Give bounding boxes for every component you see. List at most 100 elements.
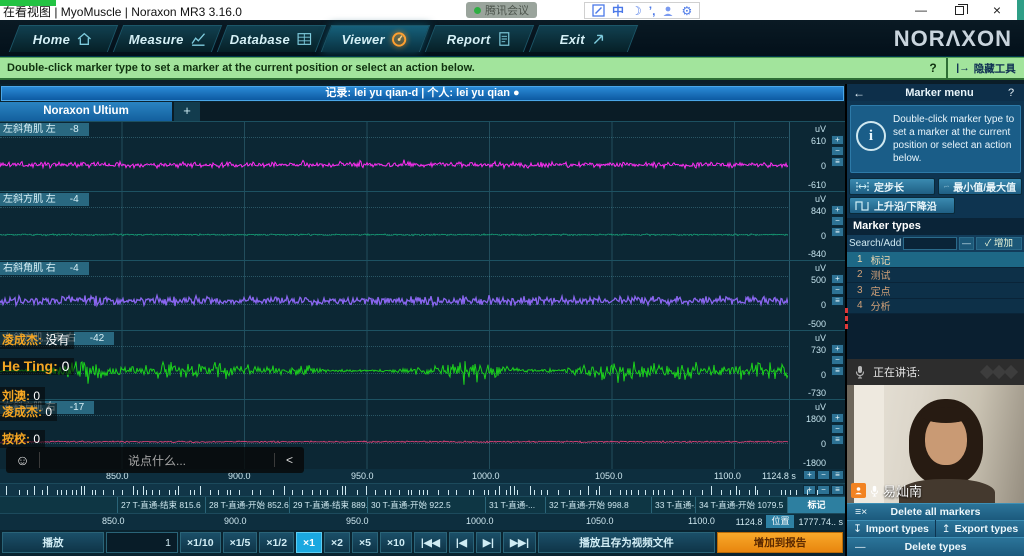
tab-home[interactable]: Home <box>9 25 118 52</box>
marker-cell-empty[interactable] <box>0 497 118 513</box>
tab-report[interactable]: Report <box>425 25 534 52</box>
zoom-out-button[interactable]: − <box>817 485 830 495</box>
ime-draw-icon[interactable] <box>592 4 605 17</box>
close-button[interactable]: × <box>978 0 1016 20</box>
restore-button[interactable] <box>940 0 978 20</box>
channel-menu-button[interactable]: ≡ <box>831 296 844 306</box>
amplitude-axis: uV1800 0-1800 <box>789 400 829 469</box>
hide-tools-button[interactable]: |→ 隐藏工具 <box>946 58 1024 78</box>
min-max-button[interactable]: 最小值/最大值 <box>938 178 1022 195</box>
tab-database[interactable]: Database <box>217 25 326 52</box>
play-button[interactable]: 播放 <box>2 532 104 553</box>
save-as-video-button[interactable]: 播放且存为视频文件 <box>538 532 715 553</box>
import-types-button[interactable]: ↧ Import types <box>847 520 935 537</box>
ime-language-icon[interactable]: 中 <box>612 2 624 19</box>
speed-button[interactable]: ×10 <box>380 532 412 553</box>
marker-cell[interactable]: 33 T-直通-... <box>652 497 696 513</box>
speed-button[interactable]: ×1/2 <box>259 532 294 553</box>
channel-strip[interactable]: 右斜角肌 右-4 uV500 0-500 +−≡ <box>0 261 845 331</box>
help-button[interactable]: ? <box>920 61 946 75</box>
rising-falling-edge-button[interactable]: 上升沿/下降沿 <box>849 197 955 214</box>
emg-chart[interactable]: 左斜角肌 左-8 uV610 0-610 +−≡ 左斜方肌 左-4 uV840 … <box>0 121 845 469</box>
add-device-tab-button[interactable]: + <box>174 102 200 121</box>
delete-all-markers-button[interactable]: ≡× Delete all markers <box>847 503 1024 520</box>
scale-up-button[interactable]: + <box>831 135 844 145</box>
ime-fullwidth-icon[interactable]: ☽ <box>631 4 642 18</box>
rewind-start-button[interactable]: |◀◀ <box>414 532 447 553</box>
marker-type-item[interactable]: 4分析 <box>847 299 1024 315</box>
tab-measure[interactable]: Measure <box>113 25 222 52</box>
marker-type-item[interactable]: 1标记 <box>847 252 1024 268</box>
marker-cell[interactable]: 34 T-直通-开始 1079.5 <box>696 497 788 513</box>
channel-menu-button[interactable]: ≡ <box>831 366 844 376</box>
delete-types-button[interactable]: — Delete types <box>847 537 1024 556</box>
chat-input[interactable]: 说点什么... <box>40 452 274 469</box>
device-tab-noraxon-ultium[interactable]: Noraxon Ultium <box>0 102 172 121</box>
collapse-chat-button[interactable]: < <box>274 453 304 467</box>
time-scale-lower[interactable]: 850.0 900.0 950.0 1000.0 1050.0 1100.0 1… <box>0 513 845 530</box>
speed-button[interactable]: ×1/5 <box>223 532 258 553</box>
channel-strip[interactable]: 左斜角肌 左-8 uV610 0-610 +−≡ <box>0 122 845 192</box>
fixed-step-button[interactable]: 定步长 <box>849 178 935 195</box>
step-back-button[interactable]: |◀ <box>449 532 474 553</box>
add-type-button[interactable]: ✓ 增加 <box>976 237 1022 250</box>
tab-exit[interactable]: Exit <box>529 25 638 52</box>
speed-button-active[interactable]: ×1 <box>296 532 322 553</box>
ime-user-icon[interactable] <box>662 5 674 17</box>
search-input[interactable] <box>903 237 957 250</box>
channel-strip[interactable]: 右斜方肌上束 右-42 uV730 0-730 +−≡ <box>0 331 845 401</box>
step-forward-button[interactable]: ▶| <box>476 532 501 553</box>
marker-cell[interactable]: 30 T-直通-开始 922.5 <box>368 497 486 513</box>
ime-toolbar[interactable]: 中 ☽ ’, ⚙ <box>584 2 700 19</box>
scale-down-button[interactable]: − <box>831 424 844 434</box>
speed-button[interactable]: ×2 <box>324 532 350 553</box>
zoom-in-button[interactable]: + <box>803 470 816 480</box>
channel-menu-button[interactable]: ≡ <box>831 227 844 237</box>
panel-marker-tick <box>845 324 848 329</box>
minimize-button[interactable]: — <box>902 0 940 20</box>
channel-menu-button[interactable]: ≡ <box>831 157 844 167</box>
scale-up-button[interactable]: + <box>831 413 844 423</box>
scale-down-button[interactable]: − <box>831 146 844 156</box>
zoom-out-button[interactable]: − <box>817 470 830 480</box>
ime-settings-icon[interactable]: ⚙ <box>681 4 692 18</box>
scale-up-button[interactable]: + <box>831 205 844 215</box>
scale-down-button[interactable]: − <box>831 216 844 226</box>
position-badge[interactable]: 位置 <box>766 515 794 528</box>
marker-cell[interactable]: 28 T-直通-开始 852.6 <box>206 497 290 513</box>
add-to-report-button[interactable]: 增加到报告 <box>717 532 843 553</box>
minmax-wave-icon <box>944 181 949 192</box>
scale-up-button[interactable]: + <box>831 344 844 354</box>
marker-type-item[interactable]: 2测试 <box>847 268 1024 284</box>
window-title-bar: 在看视图 | MyoMuscle | Noraxon MR3 3.16.0 腾讯… <box>0 0 1024 20</box>
forward-end-button[interactable]: ▶▶| <box>503 532 536 553</box>
marker-type-item[interactable]: 3定点 <box>847 283 1024 299</box>
marker-cell[interactable]: 31 T-直通-... <box>486 497 546 513</box>
emoji-button[interactable]: ☺ <box>6 452 40 468</box>
channel-menu-button[interactable]: ≡ <box>831 435 844 445</box>
speaker-name-tag: 易灿南 <box>851 481 922 500</box>
ime-punctuation-icon[interactable]: ’, <box>649 4 656 18</box>
scale-up-button[interactable]: + <box>831 274 844 284</box>
play-counter-field[interactable]: 1 <box>106 532 178 553</box>
scale-down-button[interactable]: − <box>831 285 844 295</box>
webcam-video[interactable]: 易灿南 <box>847 385 1024 503</box>
marker-tick-strip[interactable]: +−≡ <box>0 483 845 496</box>
scale-menu-button[interactable]: ≡ <box>831 485 844 495</box>
tab-viewer[interactable]: Viewer <box>321 25 430 52</box>
scale-menu-button[interactable]: ≡ <box>831 470 844 480</box>
export-types-button[interactable]: ↥ Export types <box>936 520 1024 537</box>
scale-down-button[interactable]: − <box>831 355 844 365</box>
marker-type-badge[interactable]: 标记 <box>788 497 845 513</box>
marker-cell[interactable]: 32 T-直通-开始 998.8 <box>546 497 652 513</box>
speed-button[interactable]: ×5 <box>352 532 378 553</box>
back-button[interactable]: ← <box>847 86 871 100</box>
speed-button[interactable]: ×1/10 <box>180 532 221 553</box>
panel-help-button[interactable]: ? <box>1008 87 1024 99</box>
marker-cell[interactable]: 29 T-直通-结束 889.4 <box>290 497 368 513</box>
channel-strip[interactable]: 左斜方肌 左-4 uV840 0-840 +−≡ <box>0 192 845 262</box>
remove-type-button[interactable]: — <box>959 237 974 250</box>
meeting-window-badge[interactable]: 腾讯会议 <box>466 2 537 18</box>
zoom-in-button[interactable]: + <box>803 485 816 495</box>
marker-cell[interactable]: 27 T-直通-结束 815.6 <box>118 497 206 513</box>
